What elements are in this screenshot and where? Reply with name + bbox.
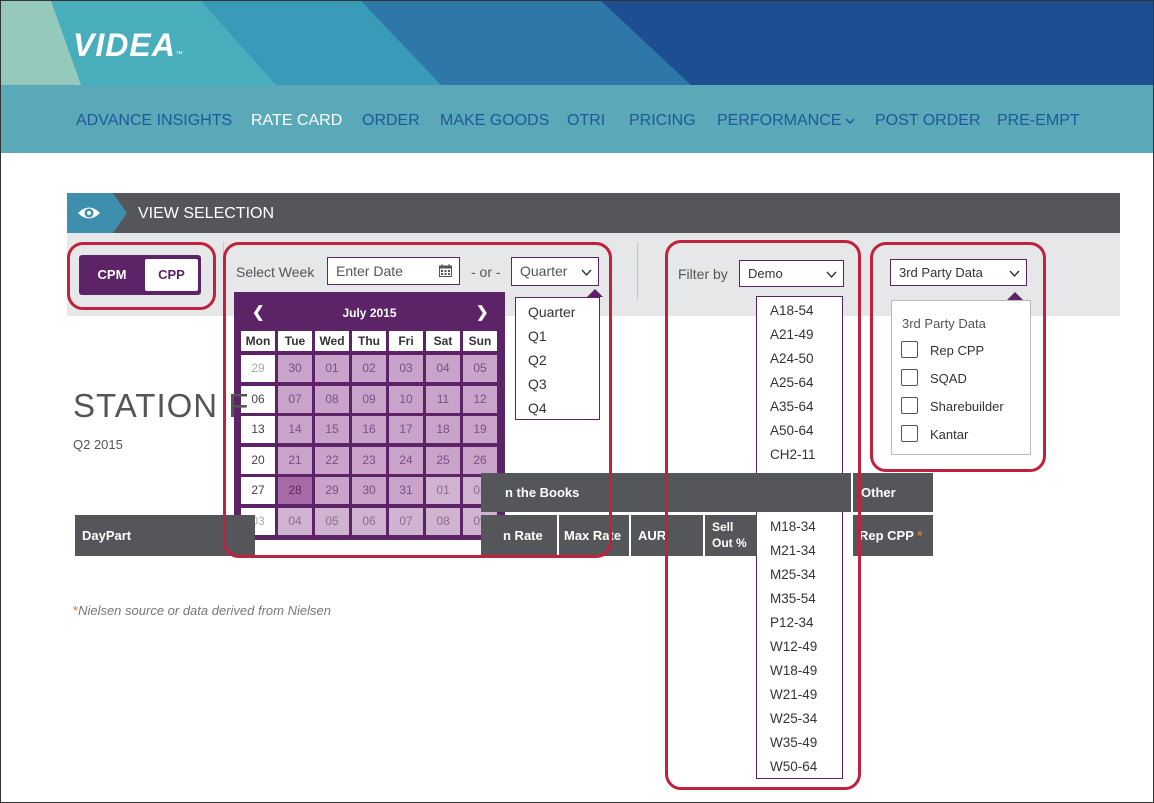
nav-post-order[interactable]: POST ORDER: [875, 112, 981, 130]
footnote: *Nielsen source or data derived from Nie…: [73, 603, 331, 618]
eye-icon: [78, 207, 100, 219]
main-nav: ADVANCE INSIGHTS RATE CARD ORDER MAKE GO…: [1, 85, 1153, 153]
nav-performance[interactable]: PERFORMANCE: [717, 112, 855, 130]
highlight-week: [223, 242, 612, 558]
highlight-toggle: [67, 242, 216, 310]
header: VIDEA™: [1, 1, 1153, 85]
nav-order[interactable]: ORDER: [362, 112, 420, 130]
chevron-down-icon: [845, 118, 855, 124]
eye-badge: [67, 193, 113, 233]
logo-text: VIDEA: [73, 27, 176, 63]
highlight-third-party: [870, 242, 1046, 472]
divider: [637, 242, 638, 300]
column-rep-cpp-label: Rep CPP: [859, 528, 914, 543]
logo-trademark: ™: [175, 51, 184, 58]
nav-advance-insights[interactable]: ADVANCE INSIGHTS: [76, 112, 232, 130]
videa-logo[interactable]: VIDEA™: [73, 27, 184, 64]
highlight-filter: [665, 240, 861, 790]
nav-rate-card[interactable]: RATE CARD: [251, 112, 342, 130]
nav-make-goods[interactable]: MAKE GOODS: [440, 112, 549, 130]
column-rep-cpp[interactable]: Rep CPP *: [853, 515, 933, 556]
nav-pre-empt[interactable]: PRE-EMPT: [997, 112, 1080, 130]
eye-badge-arrow: [113, 193, 127, 233]
footnote-text: Nielsen source or data derived from Niel…: [78, 603, 331, 618]
page-subtitle: Q2 2015: [73, 437, 123, 452]
nav-performance-label: PERFORMANCE: [717, 112, 842, 129]
nav-pricing[interactable]: PRICING: [629, 112, 696, 130]
table-group-other: Other: [853, 473, 933, 512]
nav-otri[interactable]: OTRI: [567, 112, 605, 130]
view-selection-title: VIEW SELECTION: [138, 205, 275, 222]
required-star: *: [917, 528, 923, 543]
view-selection-bar: VIEW SELECTION: [67, 193, 1120, 233]
app-frame: VIDEA™ ADVANCE INSIGHTS RATE CARD ORDER …: [0, 0, 1154, 803]
